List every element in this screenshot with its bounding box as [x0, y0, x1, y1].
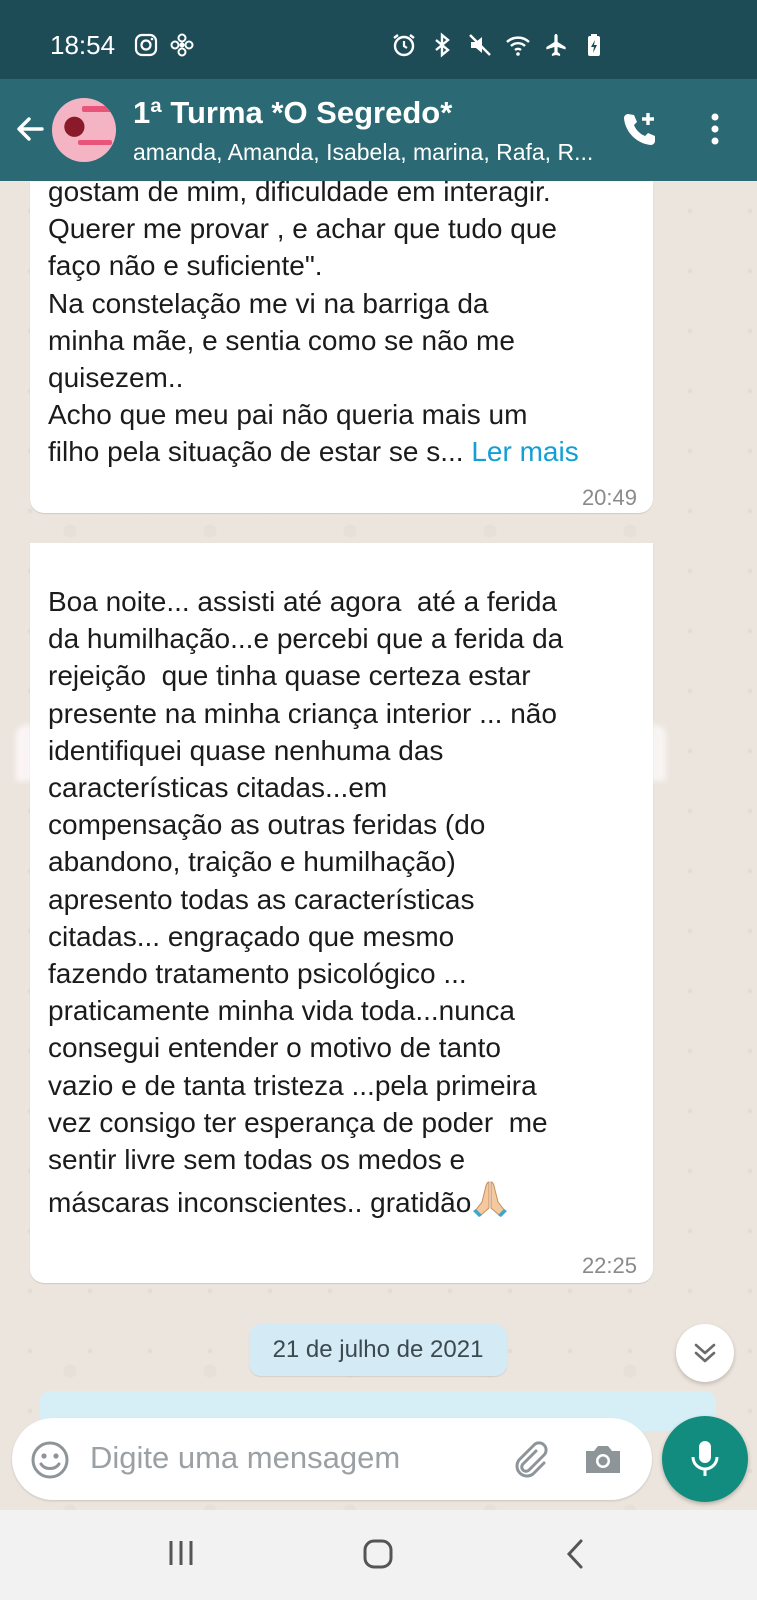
- message-line: citadas... engraçado que mesmo: [48, 920, 455, 952]
- home-icon[interactable]: [362, 1538, 394, 1570]
- message-line: Boa noite... assisti até agora até a fer…: [48, 586, 557, 617]
- attach-icon[interactable]: [510, 1439, 550, 1479]
- message-bubble[interactable]: Boa noite... assisti até agora até a fer…: [30, 543, 653, 1283]
- message-line: consegui entender o motivo de tanto: [48, 1032, 501, 1064]
- message-line: sentir livre sem todas os medos e: [48, 1144, 466, 1176]
- read-more-link[interactable]: Ler mais: [471, 436, 578, 467]
- message-text: Boa noite... assisti até agora até a fer…: [48, 583, 639, 1221]
- message-line: da humilhação...e percebi que a ferida d…: [48, 623, 564, 655]
- battery-icon: [588, 34, 600, 56]
- camera-icon[interactable]: [582, 1439, 624, 1479]
- message-line: praticamente minha vida toda...nunca: [48, 995, 515, 1027]
- message-line: Na constelação me vi na barriga da: [48, 287, 489, 319]
- system-nav-bar: [0, 1510, 757, 1600]
- back-arrow-icon[interactable]: [12, 111, 48, 147]
- message-line: abandono, traição e humilhação): [48, 846, 456, 878]
- chat-header: 1ª Turma *O Segredo* amanda, Amanda, Isa…: [0, 79, 757, 181]
- mic-icon: [691, 1441, 719, 1476]
- wifi-icon: [506, 36, 530, 56]
- airplane-icon: [546, 34, 566, 56]
- mic-button[interactable]: [662, 1416, 748, 1502]
- chat-title[interactable]: 1ª Turma *O Segredo*: [133, 95, 452, 131]
- message-line: quisezem..: [48, 362, 184, 394]
- message-line: fazendo tratamento psicológico ...: [48, 958, 467, 990]
- recent-apps-icon[interactable]: [166, 1538, 196, 1568]
- message-line: identifiquei quase nenhuma das: [48, 734, 444, 766]
- message-time: 20:49: [581, 485, 637, 510]
- message-line: faço não e suficiente".: [48, 250, 323, 282]
- group-avatar[interactable]: [52, 98, 116, 162]
- message-input[interactable]: Digite uma mensagem: [90, 1440, 400, 1476]
- mute-icon: [469, 34, 491, 56]
- message-line: vazio e de tanta tristeza ...pela primei…: [48, 1069, 537, 1101]
- message-text: gostam de mim, dificuldade em interagir.…: [48, 181, 639, 471]
- message-line: filho pela situação de estar se s...: [48, 436, 464, 468]
- status-time: 18:54: [50, 30, 116, 60]
- message-line: apresento todas as características: [48, 883, 475, 915]
- bluetooth-icon: [435, 32, 450, 58]
- message-line: compensação as outras feridas (do: [48, 809, 486, 841]
- message-time: 22:25: [581, 1253, 637, 1278]
- date-separator: 21 de julho de 2021: [249, 1324, 507, 1376]
- emoji-icon[interactable]: [30, 1440, 70, 1480]
- folded-hands-emoji: [473, 1181, 508, 1218]
- message-line: gostam de mim, dificuldade em interagir.: [48, 181, 551, 207]
- message-line: presente na minha criança interior ... n…: [48, 697, 557, 729]
- status-bar: 18:54: [0, 0, 757, 79]
- back-icon[interactable]: [564, 1538, 586, 1570]
- message-line: Querer me provar , e achar que tudo que: [48, 213, 557, 245]
- chat-area[interactable]: gostam de mim, dificuldade em interagir.…: [0, 181, 757, 1510]
- message-line: Acho que meu pai não queria mais um: [48, 399, 528, 431]
- message-line: vez consigo ter esperança de poder me: [48, 1106, 548, 1138]
- fan-icon: [170, 33, 194, 57]
- more-vert-icon[interactable]: [700, 109, 730, 149]
- message-line: máscaras inconscientes.. gratidão: [48, 1187, 472, 1219]
- double-chevron-down-icon: [694, 1343, 716, 1363]
- alarm-icon: [393, 34, 415, 57]
- message-line: minha mãe, e sentia como se não me: [48, 324, 515, 356]
- message-input-bar[interactable]: Digite uma mensagem: [12, 1418, 652, 1500]
- instagram-icon: [134, 33, 158, 57]
- message-bubble[interactable]: gostam de mim, dificuldade em interagir.…: [30, 181, 653, 513]
- add-call-icon[interactable]: [620, 109, 660, 149]
- scroll-to-bottom-button[interactable]: [676, 1324, 734, 1382]
- message-line: características citadas...em: [48, 772, 388, 804]
- message-line: rejeição que tinha quase certeza estar: [48, 660, 531, 692]
- chat-members[interactable]: amanda, Amanda, Isabela, marina, Rafa, R…: [133, 139, 595, 166]
